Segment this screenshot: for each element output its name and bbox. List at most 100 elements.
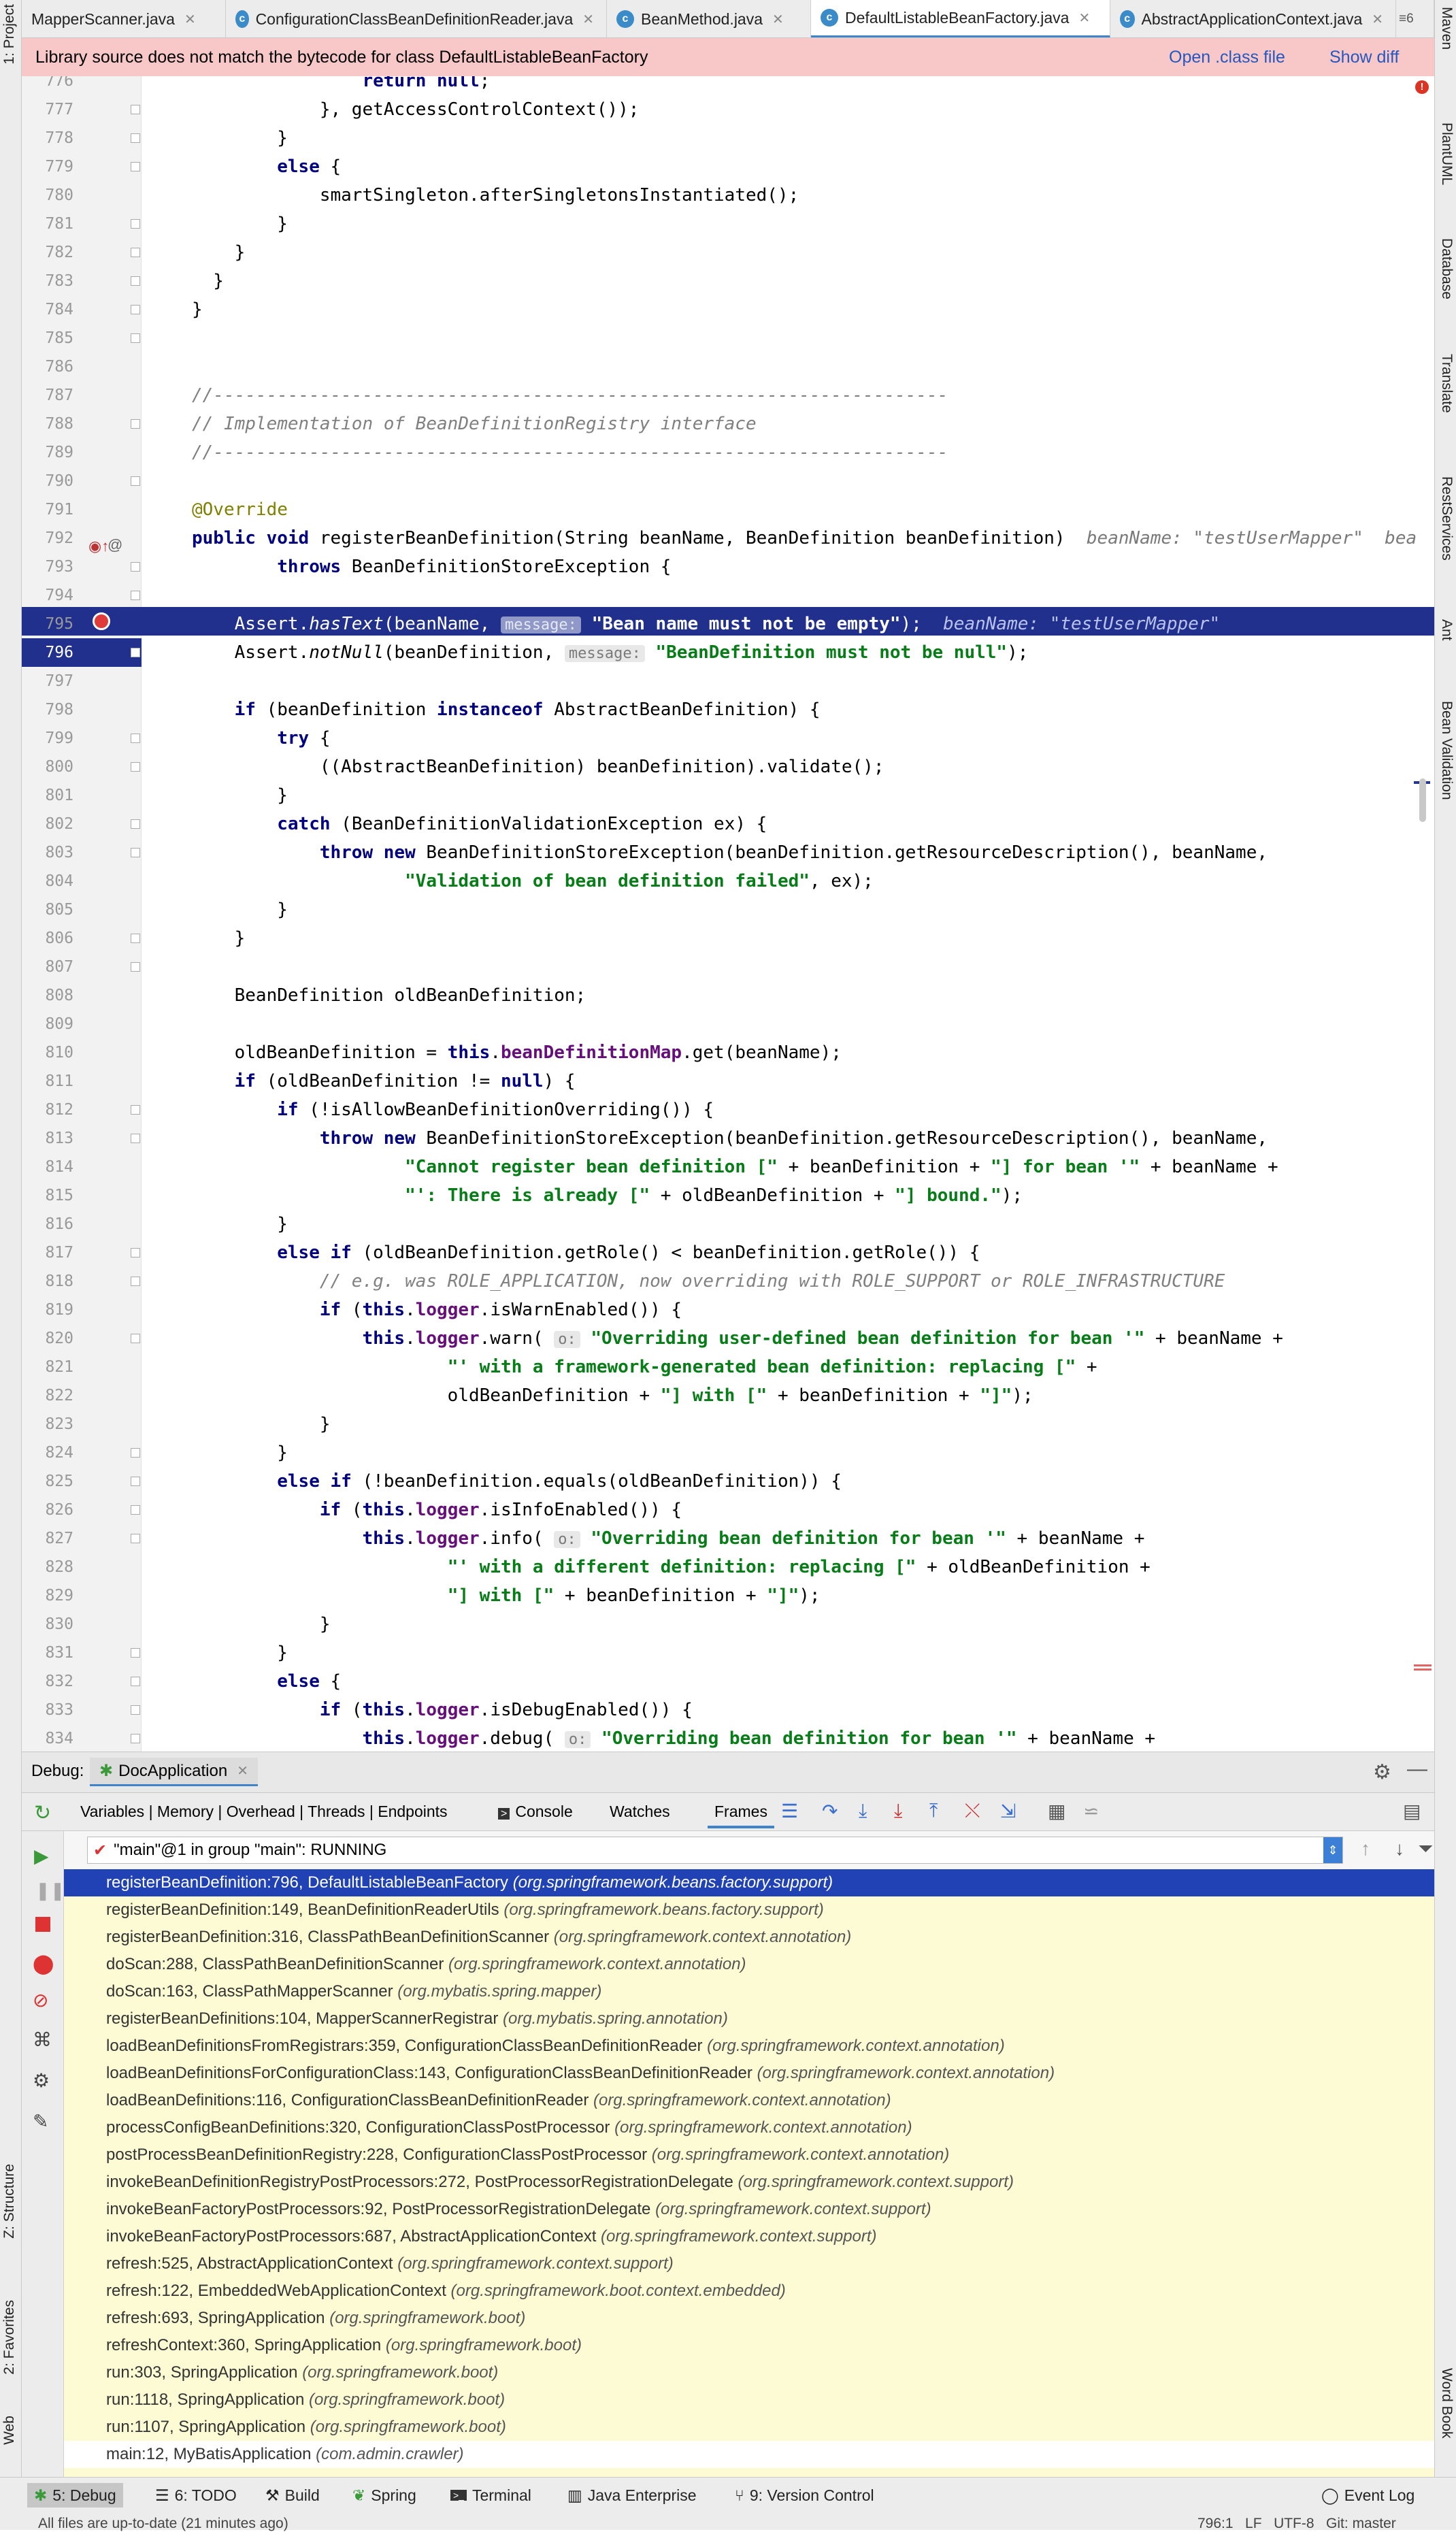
implementing-method-icon[interactable]: ◉↑ [88,532,109,561]
fold-marker[interactable] [131,734,140,743]
fold-marker[interactable] [131,219,140,229]
frame-row[interactable]: refresh:122, EmbeddedWebApplicationConte… [64,2278,1434,2305]
fold-marker[interactable] [131,934,140,943]
trace-icon[interactable]: ⋍ [1083,1800,1099,1822]
frame-row[interactable]: doScan:163, ClassPathMapperScanner (org.… [64,1978,1434,2005]
frame-row[interactable]: run:1107, SpringApplication (org.springf… [64,2414,1434,2441]
frames-layout-icon[interactable]: ☰ [781,1800,798,1822]
chevron-down-icon[interactable]: ⇕ [1323,1837,1342,1863]
fold-marker[interactable] [131,419,140,429]
frame-row[interactable]: processConfigBeanDefinitions:320, Config… [64,2114,1434,2141]
tab-overflow-button[interactable]: ≡6 [1396,0,1434,37]
frame-row[interactable]: run:1118, SpringApplication (org.springf… [64,2386,1434,2414]
translate-tool-button[interactable]: Translate [1438,354,1455,413]
frame-row[interactable]: refreshContext:360, SpringApplication (o… [64,2332,1434,2359]
close-icon[interactable]: ✕ [772,11,784,28]
tab-watches[interactable]: Watches [610,1803,670,1821]
terminal-tool-button[interactable]: >_ Terminal [450,2483,531,2508]
word-book-tool-button[interactable]: Word Book [1438,2368,1455,2439]
bean-validation-tool-button[interactable]: Bean Validation [1438,701,1455,800]
fold-marker[interactable] [131,591,140,600]
tab-configurationclassbeandefinitionreader[interactable]: c ConfigurationClassBeanDefinitionReader.… [226,0,607,37]
close-icon[interactable]: ✕ [1078,10,1090,27]
editor-scrollbar-thumb[interactable] [1419,778,1426,822]
pin-icon[interactable]: ✎ [33,2110,48,2133]
fold-marker[interactable] [131,162,140,171]
code-editor[interactable]: 776 777 778 779 780 781 782 783 784 785 786 787 788 7… [22,76,1434,1752]
version-control-tool-button[interactable]: ⑂ 9: Version Control [735,2483,874,2508]
debug-tool-button[interactable]: ✱ 5: Debug [27,2483,123,2508]
fold-marker[interactable] [131,962,140,972]
project-tool-button[interactable]: 1: Project [1,4,18,65]
filter-icon[interactable]: ⏷ [1418,1838,1433,1860]
fold-marker[interactable] [131,1677,140,1686]
ant-tool-button[interactable]: Ant [1438,619,1455,641]
web-tool-button[interactable]: Web [1,2416,18,2445]
fold-marker[interactable] [131,133,140,143]
status-position[interactable]: 796:1 LF UTF-8 Git: master [1197,2516,1396,2532]
structure-tool-button[interactable]: Z: Structure [1,2164,18,2239]
plantuml-tool-button[interactable]: PlantUML [1438,122,1455,185]
frame-row[interactable]: invokeBeanFactoryPostProcessors:92, Post… [64,2196,1434,2223]
step-over-icon[interactable]: ↷ [822,1800,838,1822]
frame-row[interactable]: invokeBeanDefinitionRegistryPostProcesso… [64,2169,1434,2196]
close-icon[interactable]: ✕ [184,11,196,28]
run-to-cursor-icon[interactable]: ⇲ [1000,1800,1016,1822]
force-step-into-icon[interactable]: ⤓ [894,1800,902,1822]
favorites-tool-button[interactable]: 2: Favorites [1,2300,18,2375]
fold-marker[interactable] [131,248,140,257]
database-tool-button[interactable]: Database [1438,238,1455,299]
camera-icon[interactable]: ⌘ [33,2028,52,2051]
frame-row[interactable]: loadBeanDefinitions:116, ConfigurationCl… [64,2087,1434,2114]
show-diff-link[interactable]: Show diff [1329,48,1399,67]
fold-marker[interactable] [131,276,140,286]
rerun-icon[interactable]: ↻ [34,1801,51,1825]
spring-tool-button[interactable]: ❦ Spring [352,2483,416,2508]
fold-marker[interactable] [131,1334,140,1343]
frame-row[interactable]: main:12, MyBatisApplication (com.admin.c… [64,2441,1434,2468]
frame-row[interactable]: refresh:525, AbstractApplicationContext … [64,2250,1434,2278]
build-tool-button[interactable]: ⚒ Build [265,2483,320,2508]
fold-marker[interactable] [131,1448,140,1458]
fold-marker[interactable] [131,1248,140,1257]
restservices-tool-button[interactable]: RestServices [1438,476,1455,561]
close-icon[interactable]: ✕ [237,1762,248,1779]
frame-row[interactable]: refresh:693, SpringApplication (org.spri… [64,2305,1434,2332]
arrow-down-icon[interactable]: ↓ [1395,1838,1404,1860]
debug-config-tab[interactable]: ✱ DocApplication ✕ [90,1758,258,1786]
error-indicator-icon[interactable]: ! [1415,80,1429,94]
fold-marker[interactable] [131,1734,140,1743]
mute-breakpoints-icon[interactable]: ⊘ [33,1989,48,2011]
frame-row[interactable]: registerBeanDefinition:316, ClassPathBea… [64,1924,1434,1951]
frame-row[interactable]: postProcessBeanDefinitionRegistry:228, C… [64,2141,1434,2169]
layout-settings-icon[interactable]: ▤ [1403,1800,1421,1822]
step-out-icon[interactable]: ⤒ [929,1800,938,1822]
drop-frame-icon[interactable]: ⤬ [965,1800,980,1822]
arrow-up-icon[interactable]: ↑ [1361,1838,1370,1860]
tab-console[interactable]: > Console [498,1803,573,1821]
fold-marker[interactable] [131,1134,140,1143]
java-enterprise-tool-button[interactable]: ▥ Java Enterprise [567,2483,697,2508]
fold-marker[interactable] [131,1505,140,1515]
frame-row[interactable]: run:303, SpringApplication (org.springfr… [64,2359,1434,2386]
fold-marker[interactable] [131,476,140,486]
maven-tool-button[interactable]: Maven [1438,7,1455,50]
close-icon[interactable]: ✕ [582,11,594,28]
thread-selector[interactable]: ✔ "main"@1 in group "main": RUNNING ⇕ [87,1837,1343,1864]
step-into-icon[interactable]: ⤓ [859,1800,867,1822]
fold-marker[interactable] [131,1277,140,1286]
fold-marker[interactable] [131,562,140,572]
evaluate-expression-icon[interactable]: ▦ [1048,1800,1065,1822]
gear-icon[interactable]: ⚙ [1373,1760,1391,1784]
frame-row[interactable]: invokeBeanFactoryPostProcessors:687, Abs… [64,2223,1434,2250]
resume-icon[interactable]: ▶ [34,1845,49,1867]
event-log-tool-button[interactable]: ◯ Event Log [1321,2483,1414,2508]
fold-marker[interactable] [131,648,140,657]
minimize-icon[interactable]: — [1407,1758,1427,1781]
tab-variables-memory[interactable]: Variables | Memory | Overhead | Threads … [80,1803,448,1821]
fold-marker[interactable] [131,1705,140,1715]
tab-defaultlistablebeanfactory[interactable]: c DefaultListableBeanFactory.java ✕ [811,0,1110,37]
fold-marker[interactable] [131,819,140,829]
fold-marker[interactable] [131,762,140,772]
fold-marker[interactable] [131,848,140,857]
